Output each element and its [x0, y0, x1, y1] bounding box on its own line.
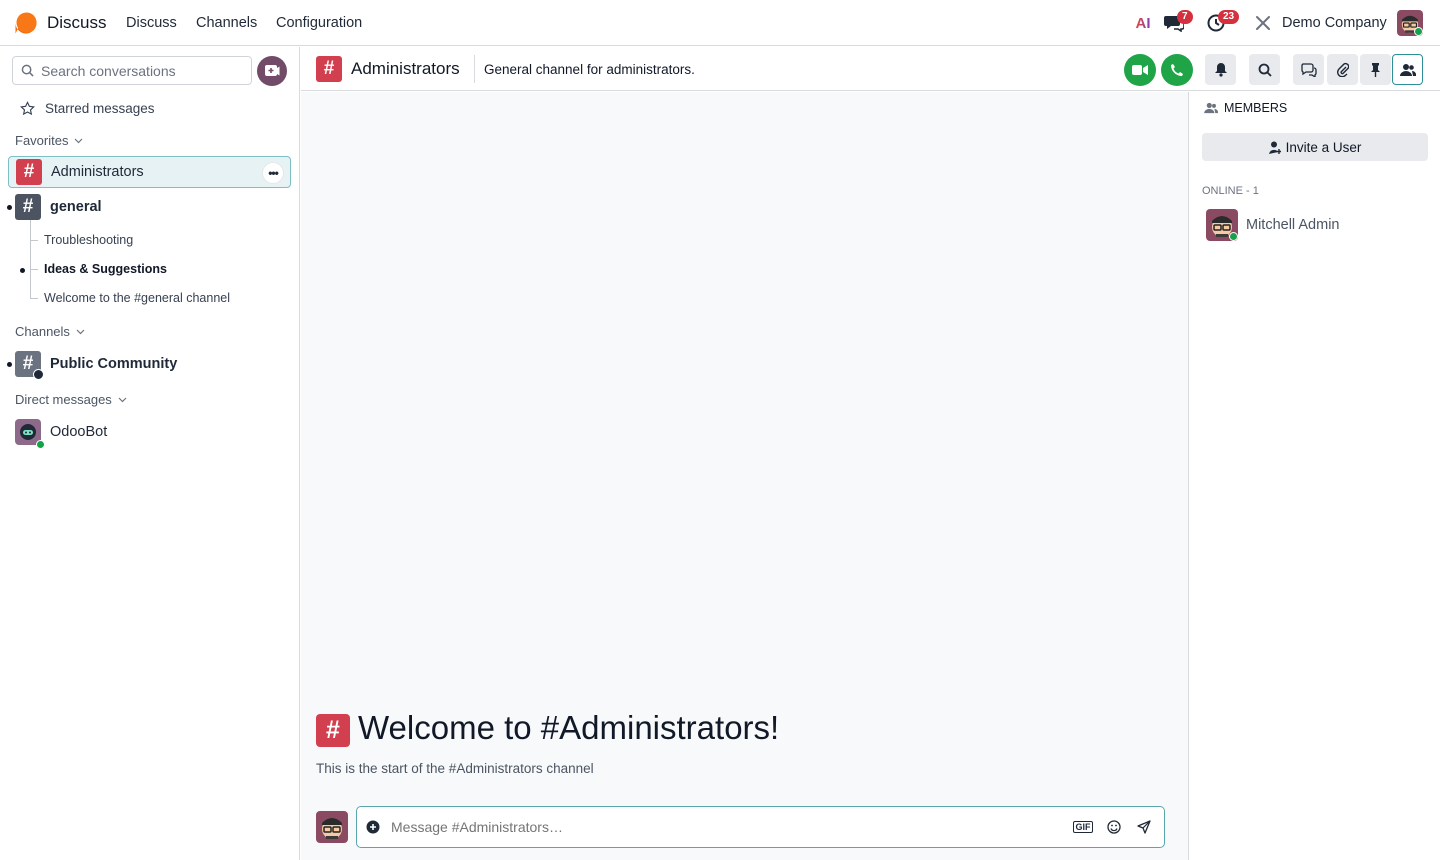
- search-messages-button[interactable]: [1249, 54, 1280, 85]
- channel-name[interactable]: Administrators: [351, 59, 460, 79]
- globe-icon: [33, 369, 44, 380]
- hash-icon: #: [15, 351, 44, 380]
- threads-button[interactable]: [1293, 54, 1324, 85]
- dm-label: OdooBot: [50, 424, 108, 440]
- user-online-status: [1414, 27, 1423, 36]
- more-options-button[interactable]: •••: [262, 162, 284, 184]
- thread-tree-tick: [30, 269, 38, 270]
- message-composer: GIF: [356, 806, 1165, 848]
- phone-icon: [1171, 64, 1183, 76]
- search-icon: [1258, 63, 1272, 77]
- star-icon: [20, 101, 35, 116]
- online-count-label: ONLINE - 1: [1202, 185, 1259, 197]
- welcome-title: Welcome to #Administrators!: [358, 709, 780, 746]
- members-panel: MEMBERS Invite a User ONLINE - 1 Mitchel…: [1190, 92, 1440, 860]
- sidebar-item-odoobot[interactable]: OdooBot: [8, 416, 291, 449]
- members-header: MEMBERS: [1204, 101, 1287, 115]
- thread-item-welcome[interactable]: Welcome to the #general channel: [44, 291, 230, 305]
- top-navbar: Discuss Discuss Channels Configuration A…: [0, 0, 1440, 46]
- thread-item-troubleshooting[interactable]: Troubleshooting: [44, 233, 133, 247]
- chevron-down-icon: [76, 329, 85, 334]
- company-switcher[interactable]: Demo Company: [1282, 15, 1387, 31]
- search-placeholder: Search conversations: [41, 62, 176, 79]
- chat-area: # Welcome to #Administrators! This is th…: [301, 92, 1189, 860]
- hash-icon: #: [316, 56, 342, 82]
- channel-label: Administrators: [51, 164, 144, 180]
- hash-icon: #: [15, 194, 41, 220]
- member-name: Mitchell Admin: [1246, 217, 1340, 233]
- menu-channels[interactable]: Channels: [196, 15, 257, 31]
- message-input[interactable]: [391, 819, 1051, 835]
- invite-label: Invite a User: [1285, 139, 1362, 155]
- members-icon: [1204, 102, 1218, 114]
- thread-tree-line: [30, 220, 31, 298]
- messages-badge: 7: [1177, 10, 1193, 24]
- favorites-label: Favorites: [15, 133, 69, 148]
- member-avatar: [1206, 209, 1238, 241]
- menu-configuration[interactable]: Configuration: [276, 15, 362, 31]
- online-status: [1229, 232, 1238, 241]
- search-conversations-input[interactable]: Search conversations: [12, 56, 252, 85]
- channel-label: Public Community: [50, 356, 178, 372]
- add-attachment-icon[interactable]: [364, 818, 382, 836]
- odoobot-avatar: [15, 419, 45, 449]
- member-list-button[interactable]: [1392, 54, 1423, 85]
- sidebar-item-public-community[interactable]: # Public Community: [7, 348, 291, 380]
- voice-call-button[interactable]: [1161, 54, 1193, 86]
- chevron-down-icon: [118, 397, 127, 402]
- new-chat-icon: [265, 65, 280, 76]
- chevron-down-icon: [75, 138, 83, 143]
- direct-messages-label: Direct messages: [15, 392, 112, 407]
- discuss-sidebar: Search conversations Starred messages Fa…: [0, 47, 300, 860]
- pin-icon: [1371, 63, 1380, 77]
- attachments-button[interactable]: [1327, 54, 1358, 85]
- channel-description[interactable]: General channel for administrators.: [484, 62, 695, 77]
- channels-label: Channels: [15, 324, 70, 339]
- online-status: [36, 440, 45, 449]
- video-camera-icon: [1132, 65, 1148, 75]
- composer-user-avatar: [316, 811, 348, 843]
- notification-settings-button[interactable]: [1205, 54, 1236, 85]
- sidebar-item-administrators[interactable]: # Administrators •••: [8, 156, 291, 188]
- pinned-messages-button[interactable]: [1360, 54, 1391, 85]
- header-divider: [474, 55, 475, 83]
- comments-icon: [1300, 62, 1317, 77]
- search-icon: [21, 64, 34, 77]
- starred-messages-item[interactable]: Starred messages: [20, 101, 155, 116]
- app-title[interactable]: Discuss: [47, 13, 107, 33]
- sidebar-item-general[interactable]: # general: [7, 191, 291, 223]
- member-item[interactable]: Mitchell Admin: [1206, 209, 1339, 241]
- thread-header: # Administrators General channel for adm…: [301, 47, 1440, 91]
- thread-item-ideas[interactable]: Ideas & Suggestions: [44, 262, 167, 276]
- invite-user-button[interactable]: Invite a User: [1202, 133, 1428, 161]
- discuss-app-logo[interactable]: [14, 11, 38, 35]
- channels-header[interactable]: Channels: [15, 324, 85, 339]
- members-title: MEMBERS: [1224, 101, 1288, 115]
- thread-tree-tick: [30, 298, 38, 299]
- members-icon: [1399, 63, 1416, 76]
- unread-indicator: [20, 268, 25, 273]
- hash-icon: #: [316, 714, 350, 747]
- welcome-subtitle: This is the start of the #Administrators…: [316, 761, 594, 776]
- starred-label: Starred messages: [45, 101, 155, 116]
- video-call-button[interactable]: [1124, 54, 1156, 86]
- bell-icon: [1214, 63, 1227, 77]
- send-icon[interactable]: [1135, 818, 1153, 836]
- hash-icon: #: [16, 159, 42, 185]
- tools-icon[interactable]: [1252, 12, 1274, 34]
- ai-icon[interactable]: AI: [1132, 12, 1154, 34]
- emoji-icon[interactable]: [1105, 818, 1123, 836]
- paperclip-icon: [1336, 62, 1349, 77]
- gif-icon[interactable]: GIF: [1073, 821, 1093, 833]
- unread-indicator: [7, 362, 12, 367]
- unread-indicator: [7, 205, 12, 210]
- channel-label: general: [50, 199, 102, 215]
- menu-discuss[interactable]: Discuss: [126, 15, 177, 31]
- add-user-icon: [1268, 141, 1281, 154]
- favorites-header[interactable]: Favorites: [15, 133, 83, 148]
- activities-badge: 23: [1218, 10, 1240, 24]
- new-conversation-button[interactable]: [257, 56, 287, 86]
- thread-tree-tick: [30, 240, 38, 241]
- direct-messages-header[interactable]: Direct messages: [15, 392, 127, 407]
